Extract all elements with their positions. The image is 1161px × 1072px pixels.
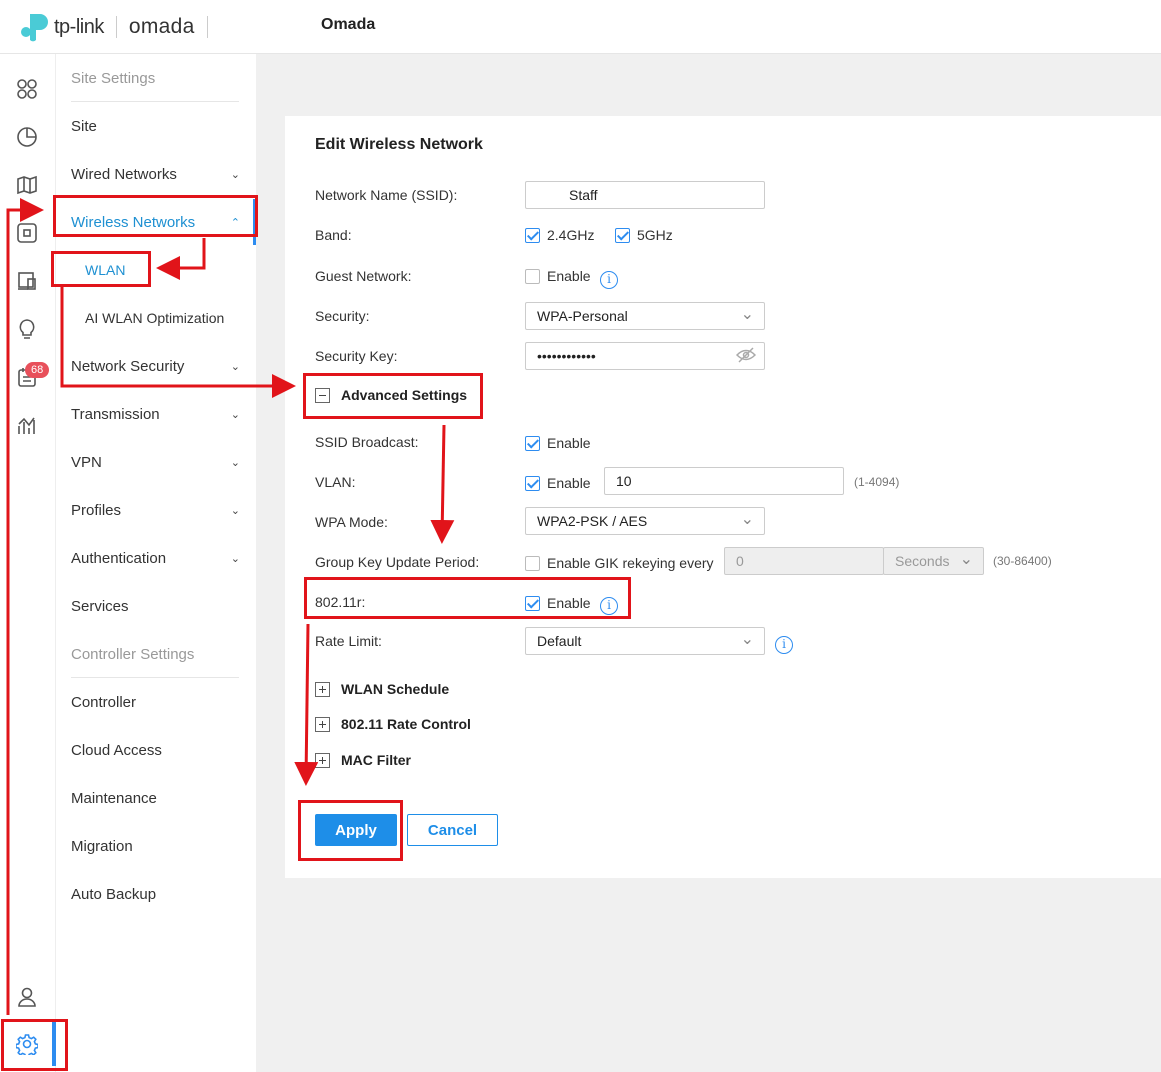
chevron-down-icon: ⌄ xyxy=(230,552,240,565)
tp-link-logo[interactable]: tp-link omada xyxy=(18,10,220,44)
annotation-box-advanced-settings xyxy=(303,373,483,419)
product-name: omada xyxy=(128,15,195,38)
menu-item-site[interactable]: Site xyxy=(71,116,240,136)
band-label: Band: xyxy=(315,227,352,243)
clients-icon[interactable] xyxy=(14,268,40,294)
gik-period-input[interactable]: 0 xyxy=(724,547,884,575)
info-icon[interactable]: i xyxy=(775,632,793,654)
wlan-schedule-toggle[interactable]: WLAN Schedule xyxy=(315,681,449,697)
dashboard-icon[interactable] xyxy=(14,76,40,102)
vlan-label: VLAN: xyxy=(315,474,356,490)
logs-count-badge: 68 xyxy=(25,362,50,378)
insight-icon[interactable] xyxy=(14,316,40,342)
group-key-label: Group Key Update Period: xyxy=(315,554,480,570)
annotation-box-80211r xyxy=(304,577,631,619)
top-bar: tp-link omada Omada xyxy=(0,0,1161,54)
annotation-box-settings xyxy=(1,1019,68,1071)
vlan-input[interactable]: 10 xyxy=(604,467,844,495)
rate-limit-label: Rate Limit: xyxy=(315,633,382,649)
menu-item-ai-wlan-optimization[interactable]: AI WLAN Optimization xyxy=(85,308,240,328)
ssid-broadcast-checkbox[interactable]: Enable xyxy=(525,435,591,451)
checkbox-checked-icon xyxy=(525,476,540,491)
band-24ghz-checkbox[interactable]: 2.4GHz xyxy=(525,227,594,243)
band-5ghz-checkbox[interactable]: 5GHz xyxy=(615,227,673,243)
gik-rekeying-checkbox[interactable]: Enable GIK rekeying every xyxy=(525,555,714,571)
expand-icon xyxy=(315,681,330,697)
logo-divider xyxy=(115,16,117,38)
logo-divider xyxy=(206,16,208,38)
hide-password-icon[interactable] xyxy=(735,347,757,366)
vlan-range-hint: (1-4094) xyxy=(854,475,900,489)
security-key-input[interactable]: •••••••••••• xyxy=(525,342,765,370)
annotation-box-wlan xyxy=(51,251,151,287)
chevron-down-icon: ⌄ xyxy=(230,504,240,517)
menu-section-site-settings: Site Settings xyxy=(71,69,156,87)
chevron-down-icon: ⌄ xyxy=(230,360,240,373)
annotation-box-apply xyxy=(298,800,403,861)
info-icon[interactable]: i xyxy=(600,267,618,289)
annotation-box-wireless-networks xyxy=(53,195,258,237)
ssid-label: Network Name (SSID): xyxy=(315,187,458,203)
menu-item-transmission[interactable]: Transmission ⌄ xyxy=(71,404,240,424)
ssid-broadcast-label: SSID Broadcast: xyxy=(315,434,419,450)
vlan-checkbox[interactable]: Enable xyxy=(525,475,591,491)
brand-name: tp-link xyxy=(54,15,104,38)
security-key-label: Security Key: xyxy=(315,348,398,364)
menu-item-profiles[interactable]: Profiles ⌄ xyxy=(71,500,240,520)
menu-item-services[interactable]: Services xyxy=(71,596,240,616)
rate-limit-select[interactable]: Default xyxy=(525,627,765,655)
checkbox-unchecked-icon xyxy=(525,556,540,571)
statistics-icon[interactable] xyxy=(14,124,40,150)
rate-control-toggle[interactable]: 802.11 Rate Control xyxy=(315,716,471,732)
security-key-value: •••••••••••• xyxy=(537,348,596,364)
checkbox-unchecked-icon xyxy=(525,269,540,284)
menu-item-controller[interactable]: Controller xyxy=(71,692,240,712)
chevron-down-icon: ⌄ xyxy=(230,456,240,469)
account-icon[interactable] xyxy=(14,984,40,1010)
gik-range-hint: (30-86400) xyxy=(993,554,1052,568)
security-select[interactable]: WPA-Personal xyxy=(525,302,765,330)
menu-item-auto-backup[interactable]: Auto Backup xyxy=(71,884,240,904)
expand-icon xyxy=(315,752,330,768)
checkbox-checked-icon xyxy=(525,436,540,451)
guest-network-label: Guest Network: xyxy=(315,268,412,284)
menu-item-migration[interactable]: Migration xyxy=(71,836,240,856)
map-icon[interactable] xyxy=(14,172,40,198)
mac-filter-toggle[interactable]: MAC Filter xyxy=(315,752,411,768)
menu-item-authentication[interactable]: Authentication ⌄ xyxy=(71,548,240,568)
gik-unit-select[interactable]: Seconds xyxy=(883,547,984,575)
guest-network-checkbox[interactable]: Enable xyxy=(525,268,591,284)
edit-wireless-network-panel: Edit Wireless Network Network Name (SSID… xyxy=(285,116,1161,878)
chevron-down-icon: ⌄ xyxy=(230,408,240,421)
icon-sidebar: 68 xyxy=(0,54,56,1072)
expand-icon xyxy=(315,716,330,732)
menu-divider xyxy=(71,101,239,102)
menu-item-vpn[interactable]: VPN ⌄ xyxy=(71,452,240,472)
wpa-mode-label: WPA Mode: xyxy=(315,514,388,530)
tp-link-logo-icon xyxy=(21,14,48,42)
menu-section-controller-settings: Controller Settings xyxy=(71,645,195,663)
menu-item-cloud-access[interactable]: Cloud Access xyxy=(71,740,240,760)
site-title[interactable]: Omada xyxy=(321,16,375,34)
chevron-down-icon: ⌄ xyxy=(230,168,240,181)
ssid-input[interactable]: Staff xyxy=(525,181,765,209)
devices-icon[interactable] xyxy=(14,220,40,246)
menu-item-maintenance[interactable]: Maintenance xyxy=(71,788,240,808)
security-label: Security: xyxy=(315,308,370,324)
wpa-mode-select[interactable]: WPA2-PSK / AES xyxy=(525,507,765,535)
menu-item-network-security[interactable]: Network Security ⌄ xyxy=(71,356,240,376)
menu-divider xyxy=(71,677,239,678)
reports-icon[interactable] xyxy=(14,412,40,438)
cancel-button[interactable]: Cancel xyxy=(407,814,498,846)
panel-title: Edit Wireless Network xyxy=(315,136,483,153)
checkbox-checked-icon xyxy=(525,228,540,243)
checkbox-checked-icon xyxy=(615,228,630,243)
menu-item-wired-networks[interactable]: Wired Networks ⌄ xyxy=(71,164,240,184)
